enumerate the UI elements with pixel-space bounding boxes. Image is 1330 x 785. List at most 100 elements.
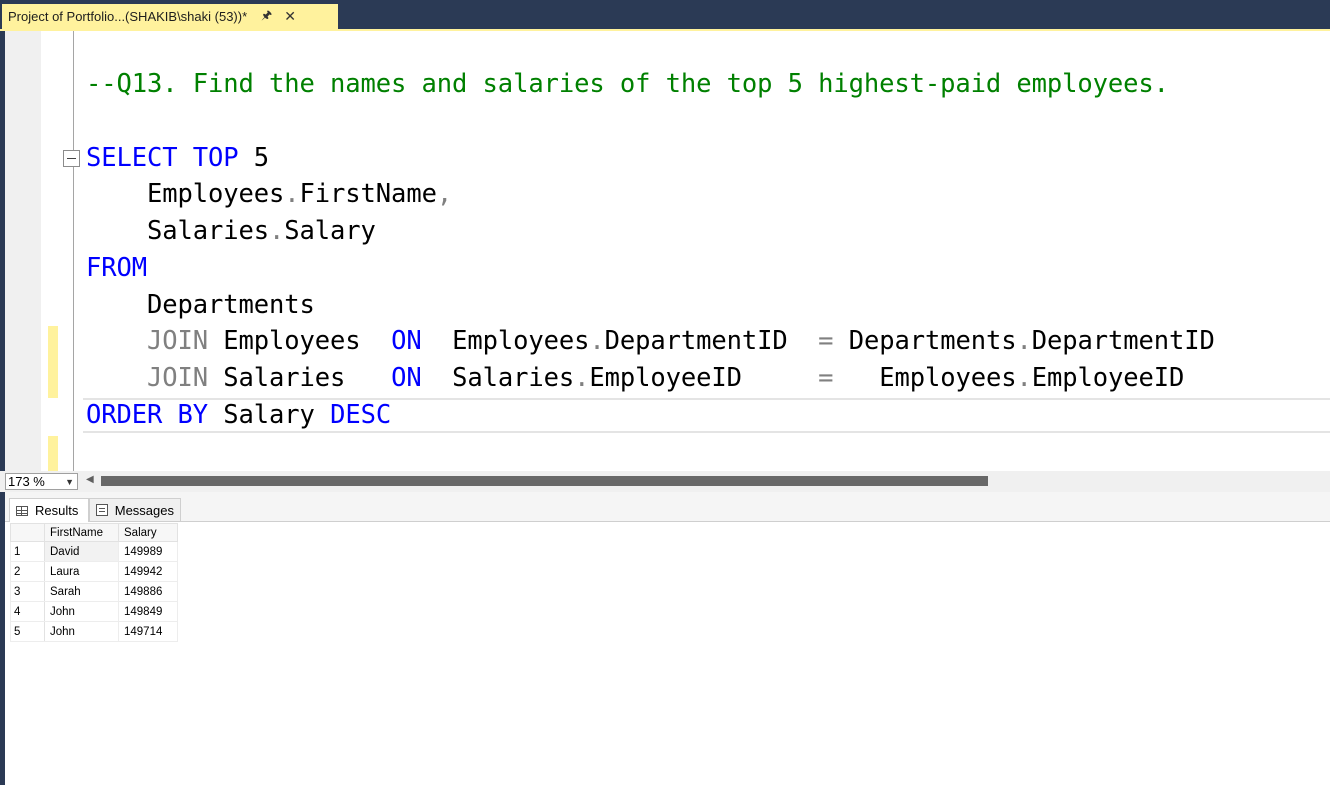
zoom-value: 173 %	[8, 474, 45, 489]
chevron-down-icon[interactable]: ▼	[65, 475, 74, 490]
code-line[interactable]: Employees.FirstName,	[86, 176, 452, 212]
code-token: .	[574, 363, 590, 393]
collapse-toggle-icon[interactable]	[63, 150, 80, 167]
table-row[interactable]: 4 John 149849	[10, 601, 178, 622]
code-token: =	[818, 363, 834, 393]
code-line[interactable]: FROM	[86, 250, 147, 286]
code-token: FirstName	[299, 179, 437, 209]
code-token: Salary	[208, 400, 331, 430]
code-token: Departments	[86, 290, 315, 320]
code-token: EmployeeID	[1031, 363, 1185, 393]
code-line[interactable]: SELECT TOP 5	[86, 140, 269, 176]
pin-icon[interactable]: 🖈	[261, 6, 272, 27]
code-line[interactable]: ORDER BY Salary DESC	[86, 397, 391, 433]
row-number[interactable]: 1	[10, 541, 45, 562]
code-token: Salary	[284, 216, 376, 246]
table-row[interactable]: 3 Sarah 149886	[10, 581, 178, 602]
scroll-left-icon[interactable]: ◀	[86, 474, 94, 485]
grid-icon	[16, 505, 28, 516]
cell-salary[interactable]: 149989	[118, 541, 178, 562]
code-token: Employees	[86, 179, 285, 209]
code-token: =	[818, 326, 834, 356]
code-token: EmployeeID	[589, 363, 819, 393]
code-token: ON	[391, 363, 422, 393]
code-token: BY	[177, 400, 209, 430]
cell-salary[interactable]: 149849	[118, 601, 178, 622]
code-token: ON	[391, 326, 422, 356]
document-tab-bar: Project of Portfolio...(SHAKIB\shaki (53…	[0, 0, 1330, 30]
code-token: Salaries	[208, 363, 392, 393]
code-token: 5	[238, 143, 270, 173]
column-header-firstname[interactable]: FirstName	[44, 523, 119, 542]
horizontal-scrollbar-thumb[interactable]	[101, 476, 988, 486]
row-number-header	[10, 523, 45, 542]
results-tab-strip: Results Messages	[5, 492, 1330, 522]
zoom-select[interactable]: 173 % ▼	[5, 473, 78, 490]
code-token: Departments	[833, 326, 1017, 356]
code-token: JOIN	[147, 326, 209, 356]
code-token: FROM	[86, 253, 148, 283]
code-line[interactable]: Salaries.Salary	[86, 213, 376, 249]
code-token: JOIN	[147, 363, 209, 393]
code-token: .	[589, 326, 605, 356]
row-number[interactable]: 3	[10, 581, 45, 602]
code-token: DepartmentID	[1031, 326, 1215, 356]
results-left-edge	[0, 492, 5, 785]
cell-salary[interactable]: 149942	[118, 561, 178, 582]
code-token: DESC	[330, 400, 392, 430]
code-token: --Q13. Find the names and salaries of th…	[86, 69, 1169, 99]
query-editor[interactable]: --Q13. Find the names and salaries of th…	[0, 31, 1330, 471]
code-token: .	[269, 216, 285, 246]
code-line[interactable]: JOIN Employees ON Employees.DepartmentID…	[86, 323, 1215, 359]
code-token: .	[1016, 326, 1032, 356]
code-token: .	[284, 179, 300, 209]
cell-firstname[interactable]: David	[44, 541, 119, 562]
tab-messages[interactable]: Messages	[89, 498, 181, 522]
grid-header-row: FirstName Salary	[10, 523, 178, 542]
code-token: Employees	[421, 326, 590, 356]
cell-firstname[interactable]: John	[44, 601, 119, 622]
code-token: Salaries	[421, 363, 575, 393]
messages-icon	[96, 504, 108, 516]
cell-salary[interactable]: 149714	[118, 621, 178, 642]
table-row[interactable]: 1 David 149989	[10, 541, 178, 562]
table-row[interactable]: 2 Laura 149942	[10, 561, 178, 582]
row-number[interactable]: 5	[10, 621, 45, 642]
code-line[interactable]: Departments	[86, 287, 315, 323]
close-icon[interactable]: ✕	[284, 8, 296, 25]
query-tab-title: Project of Portfolio...(SHAKIB\shaki (53…	[8, 9, 248, 24]
cell-firstname[interactable]: Laura	[44, 561, 119, 582]
editor-status-strip: 173 % ▼ ◀	[0, 471, 1330, 492]
results-grid[interactable]: FirstName Salary 1 David 149989 2 Laura …	[10, 523, 178, 642]
ssms-window: Project of Portfolio...(SHAKIB\shaki (53…	[0, 0, 1330, 785]
code-line[interactable]: --Q13. Find the names and salaries of th…	[86, 66, 1169, 102]
code-token: Salaries	[86, 216, 270, 246]
code-token: DepartmentID	[604, 326, 819, 356]
row-number[interactable]: 4	[10, 601, 45, 622]
code-token: .	[1016, 363, 1032, 393]
table-row[interactable]: 5 John 149714	[10, 621, 178, 642]
cell-salary[interactable]: 149886	[118, 581, 178, 602]
row-number[interactable]: 2	[10, 561, 45, 582]
cell-firstname[interactable]: Sarah	[44, 581, 119, 602]
code-line[interactable]: JOIN Salaries ON Salaries.EmployeeID = E…	[86, 360, 1184, 396]
editor-margin	[5, 31, 41, 471]
outline-line	[73, 167, 74, 471]
code-token: TOP	[192, 143, 239, 173]
code-token: Employees	[833, 363, 1017, 393]
outline-line	[73, 31, 74, 151]
change-indicator	[48, 436, 58, 471]
tab-results-label: Results	[35, 503, 79, 518]
code-token: SELECT	[86, 143, 178, 173]
tab-results[interactable]: Results	[9, 498, 89, 522]
tab-messages-label: Messages	[114, 502, 174, 518]
column-header-salary[interactable]: Salary	[118, 523, 178, 542]
cell-firstname[interactable]: John	[44, 621, 119, 642]
results-pane: Results Messages FirstName Salary 1 Davi…	[0, 492, 1330, 785]
query-document-tab[interactable]: Project of Portfolio...(SHAKIB\shaki (53…	[2, 4, 338, 29]
code-token: ,	[436, 179, 453, 209]
code-token: ORDER	[86, 400, 163, 430]
